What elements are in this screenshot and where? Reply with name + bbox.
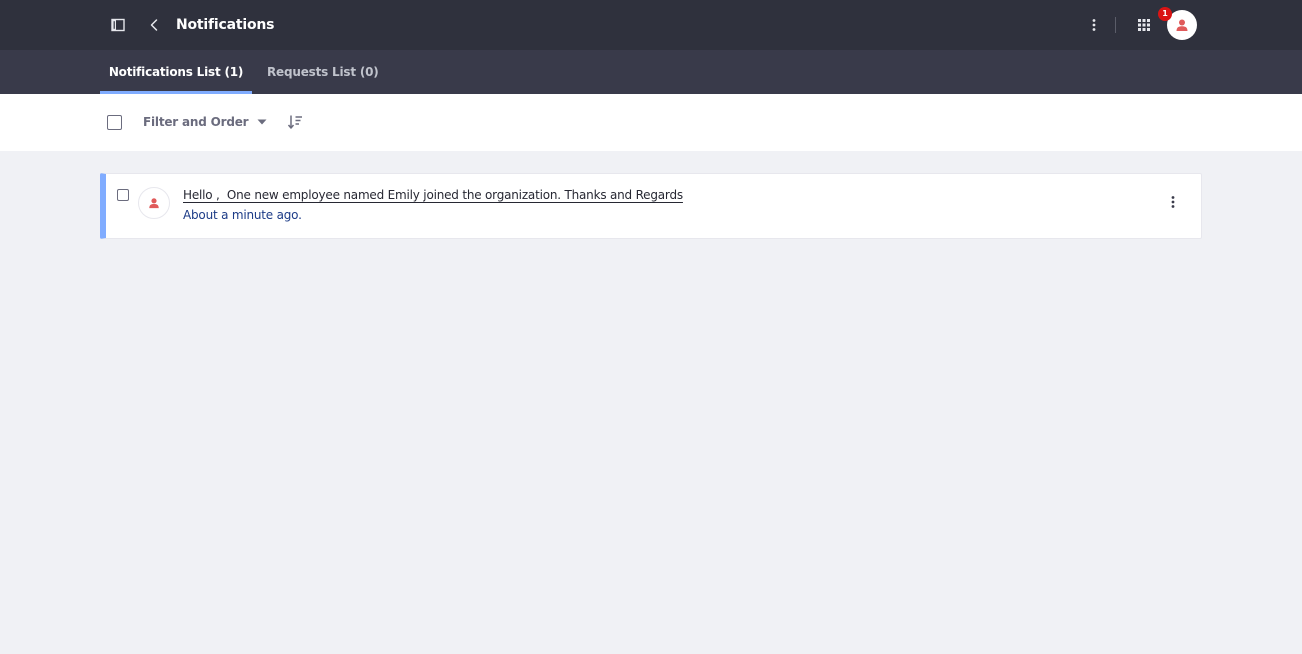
notification-checkbox[interactable]: [117, 189, 129, 201]
toolbar-divider: [1115, 17, 1116, 33]
tab-bar: Notifications List (1) Requests List (0): [0, 50, 1302, 94]
management-toolbar: Filter and Order: [0, 94, 1302, 151]
ellipsis-v-icon: [1171, 196, 1175, 208]
apps-grid-icon: [1138, 19, 1150, 31]
ellipsis-v-icon: [1092, 19, 1096, 31]
sort-order-button[interactable]: [286, 112, 304, 132]
caret-down-icon: [257, 119, 267, 125]
notification-message-link[interactable]: Hello , One new employee named Emily joi…: [183, 188, 683, 202]
top-navigation-bar: Notifications 1: [0, 0, 1302, 50]
filter-and-order-dropdown[interactable]: Filter and Order: [143, 112, 267, 132]
notification-actions-button[interactable]: [1167, 192, 1179, 212]
options-menu-button[interactable]: [1084, 15, 1104, 35]
sender-avatar: [138, 187, 170, 219]
sidebar-toggle-icon[interactable]: [108, 15, 128, 35]
tab-requests-list[interactable]: Requests List (0): [267, 50, 379, 94]
notification-item: Hello , One new employee named Emily joi…: [100, 173, 1202, 239]
tab-notifications-list[interactable]: Notifications List (1): [100, 50, 252, 94]
chevron-left-icon: [150, 19, 158, 31]
filter-and-order-label: Filter and Order: [143, 115, 249, 129]
page-title: Notifications: [176, 17, 275, 33]
back-button[interactable]: [145, 15, 163, 35]
select-all-checkbox[interactable]: [107, 115, 122, 130]
notification-timestamp: About a minute ago.: [183, 208, 302, 222]
user-icon: [1176, 19, 1188, 31]
user-icon: [149, 198, 159, 209]
notification-count-badge: 1: [1158, 7, 1172, 21]
apps-menu-button[interactable]: [1134, 15, 1154, 35]
sort-descending-icon: [287, 115, 302, 129]
